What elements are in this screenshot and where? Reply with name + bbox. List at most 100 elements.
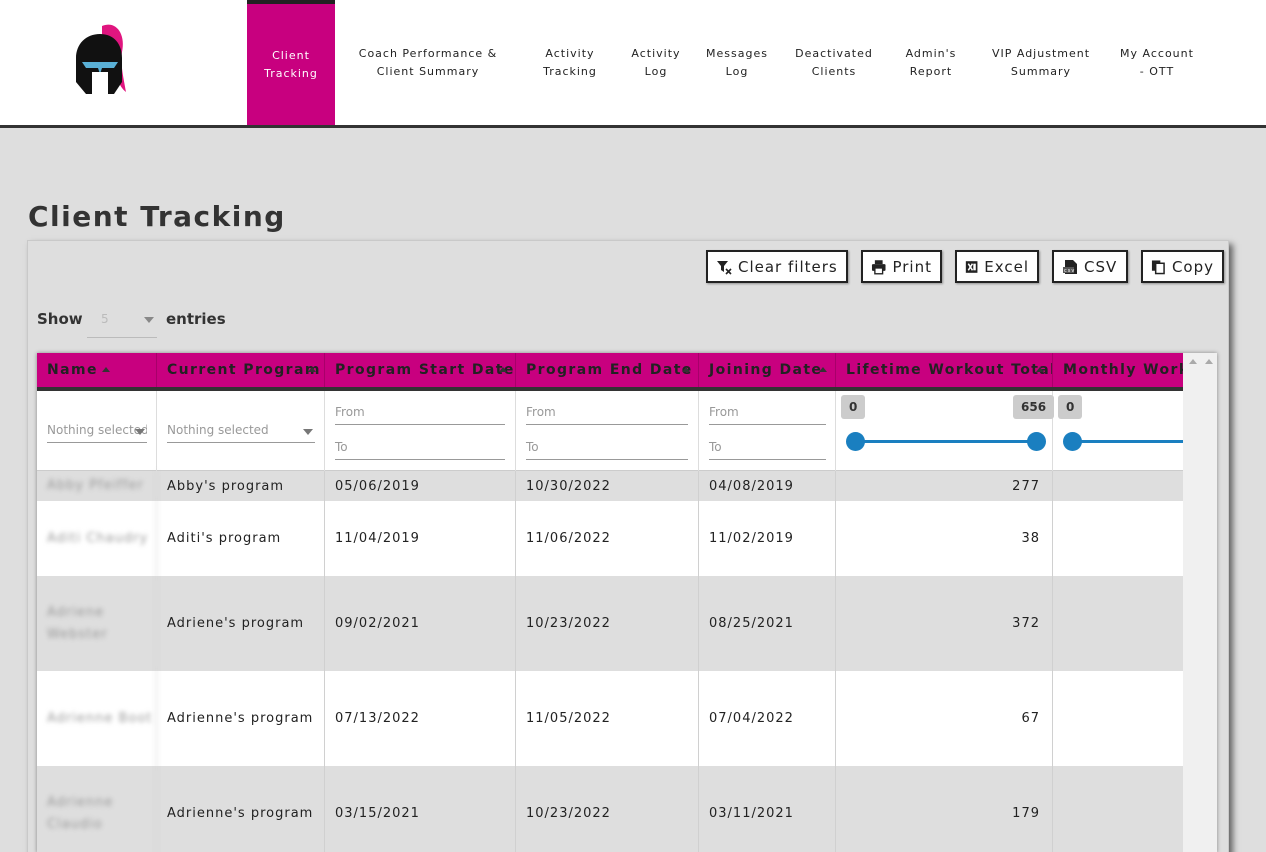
entries-label: entries: [166, 310, 226, 328]
table-vertical-scrollbar[interactable]: [1183, 353, 1217, 852]
table-row[interactable]: Adrienne Claudio Adrienne's program 03/1…: [37, 766, 1183, 852]
lifetime-range-track[interactable]: [855, 440, 1036, 443]
sort-icon: [819, 367, 827, 372]
nav-activity-tracking[interactable]: Activity Tracking: [532, 0, 608, 125]
filter-cell-joining-date: From To: [699, 391, 836, 471]
program-cell: Adrienne's program: [157, 766, 325, 852]
end-date-to-input[interactable]: To: [526, 434, 688, 460]
name-filter-placeholder: Nothing selected: [47, 423, 147, 437]
lifetime-range-max-handle[interactable]: [1027, 432, 1046, 451]
chevron-down-icon: [303, 429, 313, 435]
nav-label-line2: Log: [725, 64, 749, 78]
scroll-up-arrow-icon[interactable]: [1205, 359, 1213, 364]
nav-label-line2: Report: [909, 64, 953, 78]
client-name-cell[interactable]: Adrienne Claudio: [37, 766, 157, 852]
joining-date-from-input[interactable]: From: [709, 399, 826, 425]
filter-cell-monthly-range: 0: [1053, 391, 1183, 471]
clear-filters-button[interactable]: Clear filters: [706, 250, 848, 283]
monthly-workout-cell: [1053, 501, 1183, 576]
lifetime-total-cell: 38: [836, 501, 1053, 576]
client-tracking-table: Name Current Program Program Start Date …: [37, 353, 1217, 852]
filter-cell-program: Nothing selected: [157, 391, 325, 471]
end-date-cell: 10/23/2022: [516, 576, 699, 671]
client-name-cell[interactable]: Abby Pfeiffer: [37, 471, 157, 501]
joining-date-to-input[interactable]: To: [709, 434, 826, 460]
column-header-lifetime-workout-total[interactable]: Lifetime Workout Total: [836, 353, 1053, 387]
joining-date-cell: 04/08/2019: [699, 471, 836, 501]
excel-label: Excel: [984, 257, 1029, 276]
table-row[interactable]: Adrienne Boot Adrienne's program 07/13/2…: [37, 671, 1183, 766]
lifetime-total-cell: 372: [836, 576, 1053, 671]
nav-admins-report[interactable]: Admin's Report: [898, 0, 964, 125]
client-name-cell[interactable]: Adriene Webster: [37, 576, 157, 671]
end-date-cell: 10/23/2022: [516, 766, 699, 852]
table-row[interactable]: Adriene Webster Adriene's program 09/02/…: [37, 576, 1183, 671]
column-header-program-start-date[interactable]: Program Start Date: [325, 353, 516, 387]
nav-label-line2: Tracking: [543, 64, 597, 78]
entries-value: 5: [101, 312, 109, 326]
entries-per-page-select[interactable]: 5: [87, 308, 157, 338]
start-date-cell: 05/06/2019: [325, 471, 516, 501]
scroll-up-arrow-icon[interactable]: [1189, 359, 1197, 364]
page-title: Client Tracking: [28, 200, 286, 233]
column-header-label: Joining Date: [709, 362, 823, 378]
client-name-cell[interactable]: Aditi Chaudry: [37, 501, 157, 576]
start-date-to-input[interactable]: To: [335, 434, 505, 460]
monthly-workout-cell: [1053, 766, 1183, 852]
nav-label-line1: VIP Adjustment: [991, 46, 1091, 60]
nav-my-account[interactable]: My Account - OTT: [1114, 0, 1200, 125]
nav-label-line1: Deactivated: [795, 46, 873, 60]
program-filter-select[interactable]: Nothing selected: [167, 419, 315, 443]
name-filter-select[interactable]: Nothing selected: [47, 419, 147, 443]
lifetime-range-min-handle[interactable]: [846, 432, 865, 451]
column-header-label: Monthly Workout: [1063, 362, 1183, 378]
lifetime-total-cell: 277: [836, 471, 1053, 501]
column-header-name[interactable]: Name: [37, 353, 157, 387]
column-header-label: Current Program: [167, 362, 321, 378]
csv-button[interactable]: csv CSV: [1052, 250, 1128, 283]
filter-cell-name: Nothing selected: [37, 391, 157, 471]
column-header-joining-date[interactable]: Joining Date: [699, 353, 836, 387]
nav-label-line1: Activity: [631, 46, 681, 60]
nav-label-line1: Coach Performance &: [358, 46, 498, 60]
nav-coach-performance[interactable]: Coach Performance & Client Summary: [352, 0, 504, 125]
spartan-helmet-icon[interactable]: [72, 20, 128, 102]
program-filter-placeholder: Nothing selected: [167, 423, 269, 437]
nav-client-tracking[interactable]: Client Tracking: [247, 0, 335, 125]
copy-button[interactable]: Copy: [1141, 250, 1224, 283]
nav-label-line2: Log: [644, 64, 668, 78]
column-header-label: Name: [47, 362, 98, 378]
column-header-current-program[interactable]: Current Program: [157, 353, 325, 387]
table-body: Abby Pfeiffer Abby's program 05/06/2019 …: [37, 471, 1183, 852]
excel-file-icon: [965, 260, 978, 273]
start-date-from-input[interactable]: From: [335, 399, 505, 425]
sort-icon: [308, 367, 316, 372]
client-name-cell[interactable]: Adrienne Boot: [37, 671, 157, 766]
nav-label-line2: Tracking: [264, 66, 318, 80]
end-date-from-input[interactable]: From: [526, 399, 688, 425]
monthly-range-min: 0: [1058, 395, 1083, 419]
nav-label-line2: Clients: [811, 64, 857, 78]
nav-activity-log[interactable]: Activity Log: [625, 0, 687, 125]
excel-button[interactable]: Excel: [955, 250, 1039, 283]
joining-date-cell: 08/25/2021: [699, 576, 836, 671]
column-header-monthly-workout[interactable]: Monthly Workout: [1053, 353, 1183, 387]
monthly-range-track[interactable]: [1072, 440, 1183, 443]
show-label: Show: [37, 310, 83, 328]
program-cell: Adrienne's program: [157, 671, 325, 766]
sort-icon: [682, 367, 690, 372]
filter-cell-lifetime-range: 0 656: [836, 391, 1055, 471]
print-button[interactable]: Print: [861, 250, 942, 283]
top-navigation-bar: Client Tracking Coach Performance & Client…: [0, 0, 1266, 128]
sort-icon: [499, 367, 507, 372]
nav-vip-adjustment-summary[interactable]: VIP Adjustment Summary: [985, 0, 1097, 125]
sort-asc-icon: [102, 367, 110, 372]
end-date-cell: 11/05/2022: [516, 671, 699, 766]
table-row[interactable]: Aditi Chaudry Aditi's program 11/04/2019…: [37, 501, 1183, 576]
table-row[interactable]: Abby Pfeiffer Abby's program 05/06/2019 …: [37, 471, 1183, 501]
column-header-program-end-date[interactable]: Program End Date: [516, 353, 699, 387]
svg-text:csv: csv: [1064, 268, 1075, 274]
nav-messages-log[interactable]: Messages Log: [702, 0, 772, 125]
nav-deactivated-clients[interactable]: Deactivated Clients: [789, 0, 879, 125]
monthly-range-min-handle[interactable]: [1063, 432, 1082, 451]
